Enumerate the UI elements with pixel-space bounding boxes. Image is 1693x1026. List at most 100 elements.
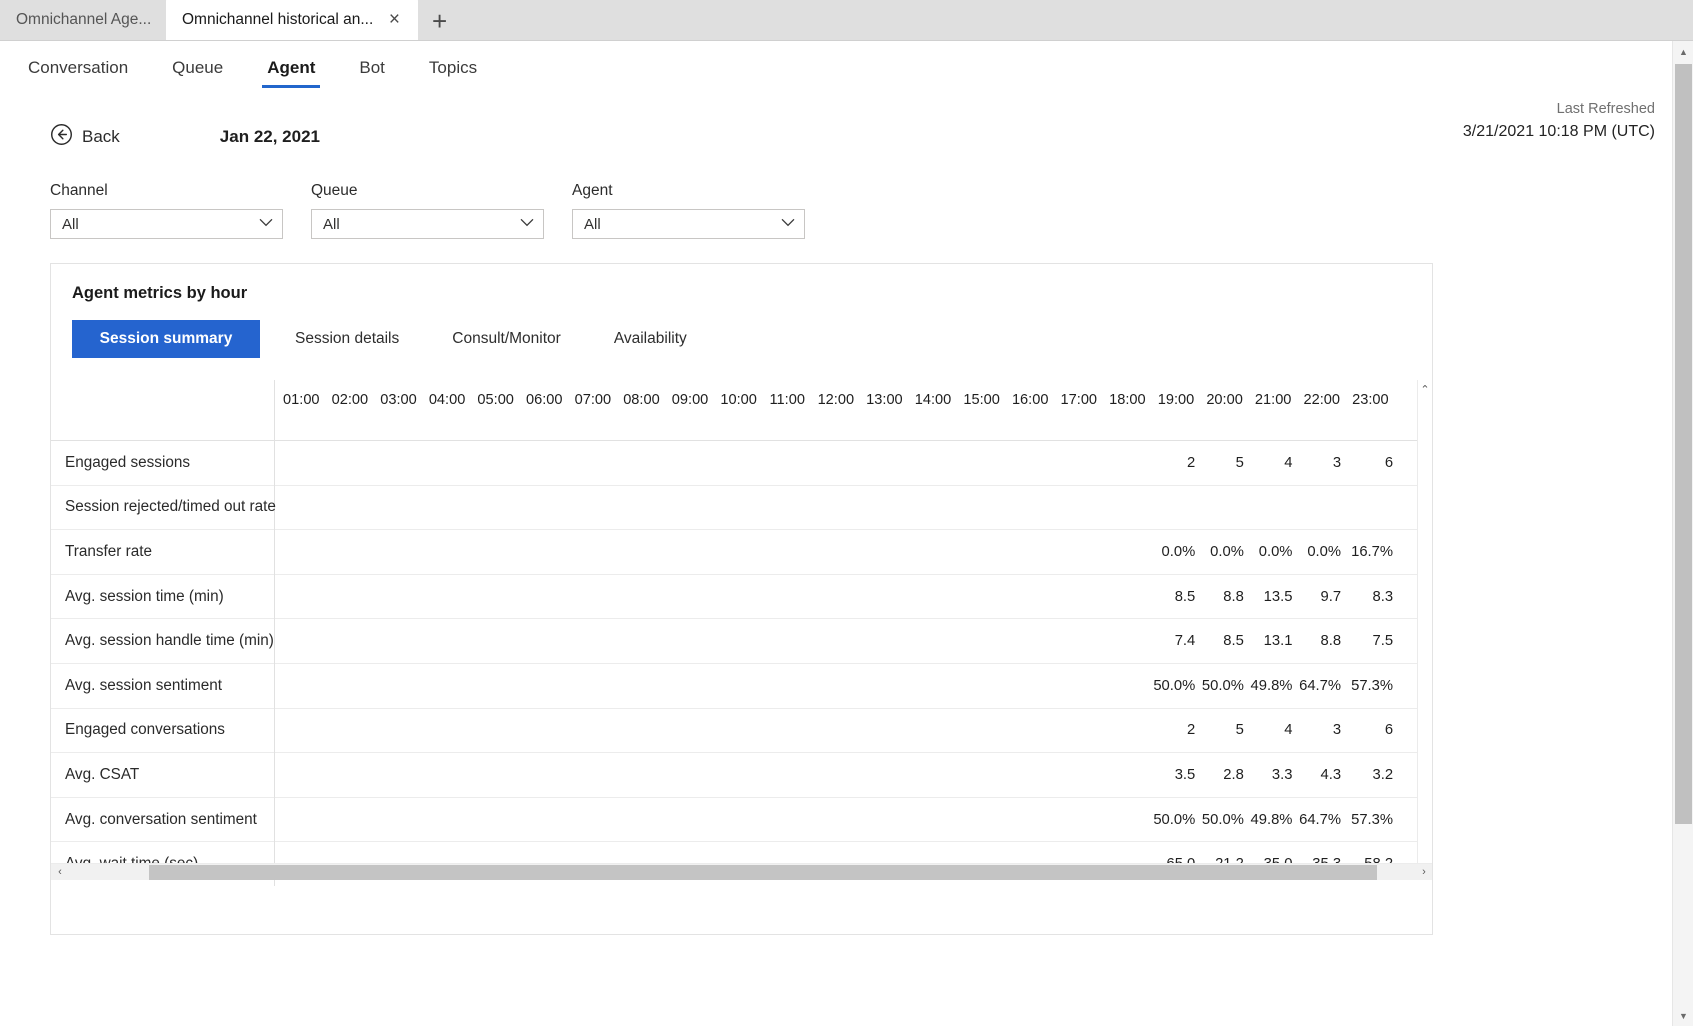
table-cell: 16.7% [1351,543,1394,560]
hour-column-header: 10:00 [720,392,757,408]
tab-session-details[interactable]: Session details [277,320,417,358]
hour-column-header: 08:00 [623,392,660,408]
hour-column-header: 22:00 [1303,392,1341,408]
nav-item-bot[interactable]: Bot [357,58,387,88]
label-column-header [51,380,274,440]
filter-channel-label: Channel [50,182,108,199]
metrics-grid: Engaged sessions Session rejected/timed o… [51,380,1432,886]
table-cell: 57.3% [1351,677,1394,694]
tab-session-summary[interactable]: Session summary [72,320,260,358]
table-row: 2 5 4 3 6 [275,440,1432,485]
filter-channel-value: All [62,215,79,233]
table-cell: 3 [1332,722,1342,739]
table-cell: 2.8 [1223,766,1244,783]
back-label: Back [82,127,120,146]
hscroll-thumb[interactable] [149,864,1377,880]
table-cell: 50.0% [1201,811,1244,828]
agent-metrics-card: Agent metrics by hour Session summary Se… [50,263,1433,935]
table-row: 0.0% 0.0% 0.0% 0.0% 16.7% [275,529,1432,574]
back-arrow-icon [50,123,73,151]
table-cell: 8.3 [1372,588,1394,605]
nav-item-queue[interactable]: Queue [170,58,225,88]
filter-agent: Agent All [572,182,805,239]
back-button[interactable]: Back [50,123,120,151]
table-cell: 7.4 [1174,633,1196,650]
table-cell: 5 [1235,454,1244,471]
hour-column-header: 15:00 [963,392,1000,408]
browser-tab-inactive[interactable]: Omnichannel Age... [0,0,166,40]
filter-queue-value: All [323,215,340,233]
browser-tab-active[interactable]: Omnichannel historical an... × [166,0,418,40]
metric-row-label: Session rejected/timed out rate [51,484,276,530]
hour-column-header: 13:00 [866,392,903,408]
pivot-tabs: Session summary Session details Consult/… [72,320,1432,358]
grid-vertical-scrollbar[interactable]: ⌃ ⌄ [1417,380,1432,880]
metric-row-label: Avg. session sentiment [51,662,274,708]
hour-column-header: 04:00 [428,392,466,408]
browser-tab-strip: Omnichannel Age... Omnichannel historica… [0,0,1693,41]
hscroll-track[interactable] [69,864,1415,880]
metric-row-label: Transfer rate [51,529,274,574]
hour-column-header: 12:00 [817,392,855,408]
table-cell: 8.5 [1223,633,1244,650]
last-refreshed-label: Last Refreshed [1556,101,1655,117]
table-cell: 49.8% [1250,811,1293,828]
filter-agent-select[interactable]: All [572,209,805,239]
table-cell: 8.5 [1174,588,1196,605]
new-tab-icon[interactable]: + [418,8,461,34]
table-cell: 9.7 [1320,588,1342,605]
scroll-up-icon[interactable]: ⌃ [1420,380,1429,399]
table-cell: 4.3 [1320,766,1342,783]
window-scroll-up-icon[interactable]: ▲ [1673,41,1693,62]
filter-queue: Queue All [311,182,544,239]
hour-column-header: 14:00 [914,392,952,408]
grid-horizontal-scrollbar[interactable]: ‹ › [51,863,1432,880]
table-cell: 4 [1284,454,1293,471]
window-vertical-scrollbar[interactable]: ▲ ▼ [1672,41,1693,1026]
metric-data-column: 01:00 02:00 03:00 04:00 05:00 06:00 07:00 08:00… [275,380,1432,886]
table-cell: 6 [1384,722,1394,739]
scroll-left-icon[interactable]: ‹ [51,866,69,878]
hour-column-header: 02:00 [331,392,369,408]
table-cell: 5 [1235,722,1244,739]
table-cell: 4 [1284,722,1293,739]
scroll-right-icon[interactable]: › [1415,866,1432,878]
filter-bar: Channel All Queue All Agent All [0,182,1693,239]
table-cell: 2 [1187,454,1196,471]
nav-item-conversation[interactable]: Conversation [26,58,130,88]
window-scroll-thumb[interactable] [1675,64,1692,824]
date-label: Jan 22, 2021 [219,127,320,146]
table-cell: 3.3 [1271,766,1293,783]
hour-header-row: 01:00 02:00 03:00 04:00 05:00 06:00 07:00 08:00… [275,380,1432,440]
nav-item-topics[interactable]: Topics [427,58,479,88]
table-cell: 0.0% [1161,543,1196,560]
table-cell: 50.0% [1201,677,1244,694]
filter-channel: Channel All [50,182,283,239]
filter-queue-select[interactable]: All [311,209,544,239]
nav-item-agent[interactable]: Agent [262,58,321,88]
table-cell: 13.5 [1263,588,1293,605]
table-cell: 49.8% [1250,677,1293,694]
metric-row-label: Avg. CSAT [51,752,274,797]
chevron-down-icon [781,218,795,230]
hour-column-header: 11:00 [769,392,805,408]
hour-column-header: 05:00 [477,392,514,408]
table-row: 2 5 4 3 6 [275,707,1432,753]
metric-row-label: Engaged conversations [51,707,274,753]
browser-tab-title: Omnichannel Age... [16,10,152,28]
last-refreshed-block: Last Refreshed 3/21/2021 10:18 PM (UTC) [1463,98,1655,145]
window-scroll-down-icon[interactable]: ▼ [1673,1005,1693,1026]
tab-availability[interactable]: Availability [596,320,705,358]
browser-tab-title: Omnichannel historical an... [182,10,374,28]
hour-column-header: 23:00 [1352,392,1389,408]
last-refreshed-value: 3/21/2021 10:18 PM (UTC) [1462,123,1655,141]
tab-consult-monitor[interactable]: Consult/Monitor [434,320,579,358]
table-cell: 0.0% [1258,543,1293,560]
hour-column-header: 03:00 [380,392,417,408]
close-icon[interactable]: × [385,8,404,31]
filter-channel-select[interactable]: All [50,209,283,239]
table-cell: 0.0% [1307,543,1342,560]
table-cell: 50.0% [1153,811,1196,828]
table-cell: 8.8 [1223,588,1244,605]
hour-column-header: 09:00 [671,392,709,408]
